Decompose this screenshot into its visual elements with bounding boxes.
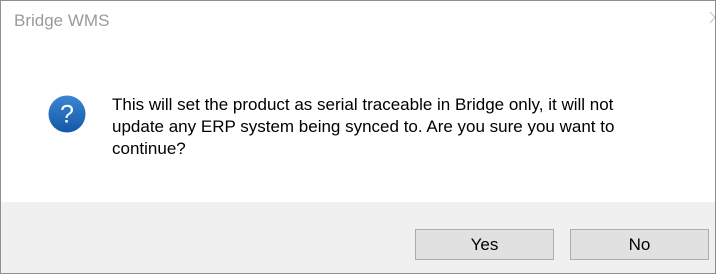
message-line: update any ERP system being synced to. A… <box>112 117 615 136</box>
window-title: Bridge WMS <box>14 11 110 30</box>
no-button[interactable]: No <box>570 229 709 260</box>
question-icon: ? <box>48 95 86 133</box>
message-box-dialog: Bridge WMS ? This will set the product a… <box>0 0 716 274</box>
message-line: This will set the product as serial trac… <box>112 95 614 114</box>
title-bar[interactable]: Bridge WMS <box>1 1 715 39</box>
dialog-content: ? This will set the product as serial tr… <box>1 39 715 202</box>
message-line: continue? <box>112 139 186 158</box>
close-icon[interactable] <box>705 7 716 29</box>
svg-text:?: ? <box>60 101 74 129</box>
yes-button[interactable]: Yes <box>415 229 554 260</box>
button-bar: Yes No <box>1 202 715 273</box>
dialog-message: This will set the product as serial trac… <box>112 94 692 160</box>
